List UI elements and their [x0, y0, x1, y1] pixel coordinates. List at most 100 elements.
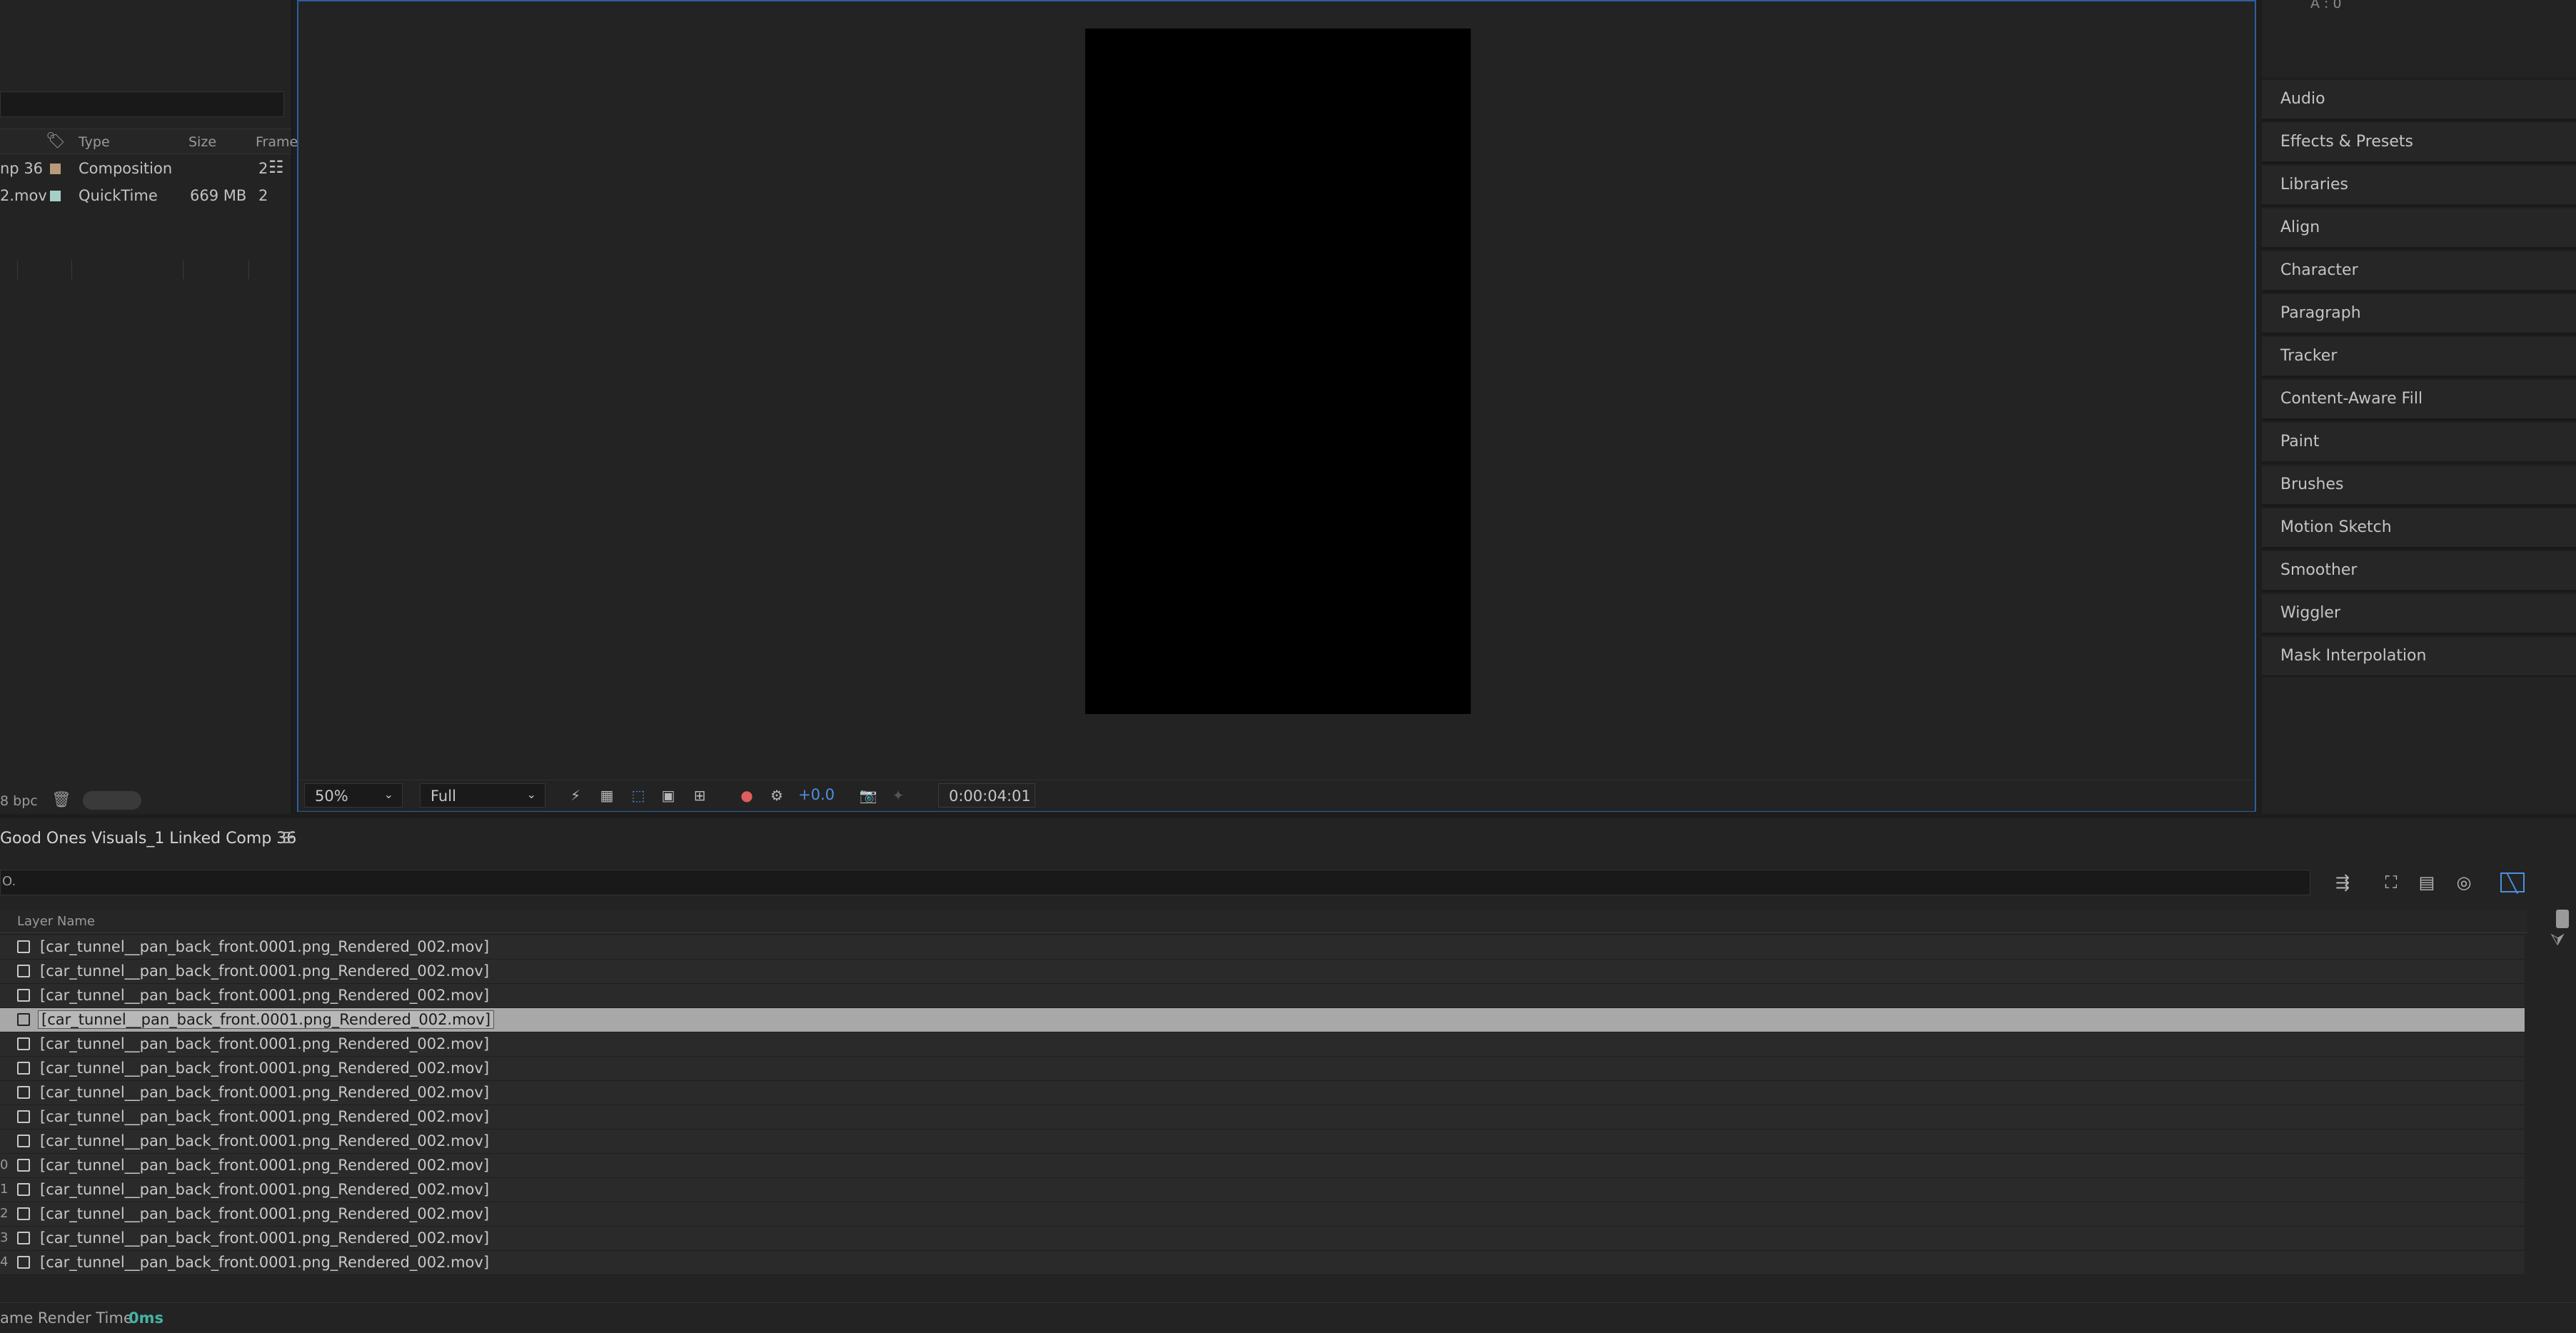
label-swatch[interactable]	[50, 164, 61, 174]
scroll-thumb[interactable]	[2556, 910, 2569, 928]
layer-row[interactable]: [car_tunnel__pan_back_front.0001.png_Ren…	[0, 1105, 2525, 1130]
graph-editor-icon[interactable]: ╲	[2500, 872, 2525, 894]
layer-search-input[interactable]: O.	[0, 870, 2310, 895]
resolution-dropdown[interactable]: Full ⌄	[420, 783, 545, 808]
layer-name[interactable]: [car_tunnel__pan_back_front.0001.png_Ren…	[40, 1132, 489, 1150]
layer-row[interactable]: [car_tunnel__pan_back_front.0001.png_Ren…	[0, 960, 2525, 984]
motion-blur-icon[interactable]: ◎	[2452, 872, 2476, 892]
chevron-down-icon: ⌄	[526, 788, 536, 801]
panel-label: Paragraph	[2280, 304, 2361, 322]
layer-name[interactable]: [car_tunnel__pan_back_front.0001.png_Ren…	[40, 1108, 489, 1125]
channels-icon[interactable]: ●	[737, 787, 757, 804]
layer-row[interactable]: 1 [car_tunnel__pan_back_front.0001.png_Re…	[0, 1178, 2525, 1202]
panel-libraries[interactable]: Libraries	[2262, 166, 2576, 207]
panel-paragraph[interactable]: Paragraph	[2262, 294, 2576, 336]
layer-row[interactable]: [car_tunnel__pan_back_front.0001.png_Ren…	[0, 1130, 2525, 1154]
footage-file-icon	[17, 1159, 30, 1172]
show-snapshot-icon[interactable]: ✦	[888, 787, 908, 804]
footage-file-icon	[17, 1110, 30, 1123]
panel-brushes[interactable]: Brushes	[2262, 466, 2576, 507]
item-type: Composition	[79, 160, 173, 177]
frame-render-time-label: ame Render Time	[0, 1309, 133, 1327]
panel-effects-presets[interactable]: Effects & Presets	[2262, 123, 2576, 164]
panel-wiggler[interactable]: Wiggler	[2262, 594, 2576, 635]
mask-visibility-icon[interactable]: ⬚	[628, 787, 648, 804]
color-management-icon[interactable]: ⚙	[767, 787, 787, 804]
playhead-marker-icon[interactable]: ⮛	[2550, 930, 2565, 950]
panel-label: Align	[2280, 218, 2320, 236]
layer-row[interactable]: 4 [car_tunnel__pan_back_front.0001.png_Re…	[0, 1251, 2525, 1275]
layer-name[interactable]: [car_tunnel__pan_back_front.0001.png_Ren…	[37, 1010, 495, 1029]
panel-paint[interactable]: Paint	[2262, 423, 2576, 464]
project-item[interactable]: np 36 Composition 2 ☷	[0, 156, 291, 181]
layer-name[interactable]: [car_tunnel__pan_back_front.0001.png_Ren…	[40, 938, 489, 955]
panel-content-aware-fill[interactable]: Content-Aware Fill	[2262, 380, 2576, 421]
composition-canvas[interactable]	[1085, 29, 1471, 714]
exposure-value[interactable]: +0.0	[798, 786, 835, 803]
comp-flowchart-icon[interactable]: ⇶	[2330, 872, 2355, 892]
layer-name[interactable]: [car_tunnel__pan_back_front.0001.png_Ren…	[40, 962, 489, 980]
column-size[interactable]: Size	[188, 134, 216, 150]
item-size: 669 MB	[190, 187, 247, 204]
flowchart-icon[interactable]: ☷	[268, 157, 284, 177]
layer-row[interactable]: 2 [car_tunnel__pan_back_front.0001.png_Re…	[0, 1202, 2525, 1227]
panel-label: Effects & Presets	[2280, 133, 2413, 151]
panel-label: Motion Sketch	[2280, 518, 2392, 536]
panel-character[interactable]: Character	[2262, 251, 2576, 293]
layer-name[interactable]: [car_tunnel__pan_back_front.0001.png_Ren…	[40, 1205, 489, 1222]
layer-row[interactable]: [car_tunnel__pan_back_front.0001.png_Ren…	[0, 984, 2525, 1008]
project-search-input[interactable]	[0, 91, 284, 117]
panel-menu-icon[interactable]: ☰	[280, 830, 294, 847]
project-column-header: 🏷 Type Size Frame	[0, 129, 298, 279]
region-of-interest-icon[interactable]: ▣	[658, 787, 678, 804]
shy-layers-icon[interactable]: ⛶	[2379, 872, 2403, 892]
trash-icon[interactable]: 🗑	[51, 791, 71, 809]
layer-name[interactable]: [car_tunnel__pan_back_front.0001.png_Ren…	[40, 1254, 489, 1271]
panel-motion-sketch[interactable]: Motion Sketch	[2262, 508, 2576, 550]
panel-align[interactable]: Align	[2262, 208, 2576, 250]
layer-name[interactable]: [car_tunnel__pan_back_front.0001.png_Ren…	[40, 1035, 489, 1052]
layer-row[interactable]: [car_tunnel__pan_back_front.0001.png_Ren…	[0, 1008, 2525, 1032]
transparency-grid-icon[interactable]: ▦	[597, 787, 617, 804]
layer-row[interactable]: 3 [car_tunnel__pan_back_front.0001.png_Re…	[0, 1227, 2525, 1251]
layer-row[interactable]: 0 [car_tunnel__pan_back_front.0001.png_Re…	[0, 1154, 2525, 1178]
column-frame[interactable]: Frame	[256, 134, 298, 150]
column-type[interactable]: Type	[79, 134, 110, 150]
layer-name[interactable]: [car_tunnel__pan_back_front.0001.png_Ren…	[40, 1181, 489, 1198]
item-type: QuickTime	[79, 187, 158, 204]
frame-blending-icon[interactable]: ▤	[2415, 872, 2439, 892]
snapshot-camera-icon[interactable]: 📷	[858, 787, 878, 804]
layer-row[interactable]: [car_tunnel__pan_back_front.0001.png_Ren…	[0, 1032, 2525, 1057]
comp-name: Good Ones Visuals_1 Linked Comp 36	[0, 830, 297, 847]
timeline-scrollbar[interactable]: ⮛	[2542, 910, 2576, 1281]
layer-row[interactable]: [car_tunnel__pan_back_front.0001.png_Ren…	[0, 1057, 2525, 1081]
project-item[interactable]: 2.mov QuickTime 669 MB 2	[0, 183, 291, 208]
layer-name[interactable]: [car_tunnel__pan_back_front.0001.png_Ren…	[40, 1229, 489, 1247]
footage-file-icon	[17, 965, 30, 977]
layer-name[interactable]: [car_tunnel__pan_back_front.0001.png_Ren…	[40, 1060, 489, 1077]
tag-icon[interactable]: 🏷	[46, 132, 66, 150]
panel-mask-interpolation[interactable]: Mask Interpolation	[2262, 637, 2576, 678]
current-time-display[interactable]: 0:00:04:01	[938, 783, 1035, 808]
panel-smoother[interactable]: Smoother	[2262, 551, 2576, 593]
label-swatch[interactable]	[50, 191, 61, 201]
project-scroll-handle[interactable]	[83, 791, 141, 810]
project-footer: 8 bpc 🗑	[0, 788, 291, 814]
resolution-value: Full	[431, 788, 456, 805]
panel-audio[interactable]: Audio	[2262, 80, 2576, 121]
layer-name[interactable]: [car_tunnel__pan_back_front.0001.png_Ren…	[40, 987, 489, 1004]
footage-file-icon	[17, 1086, 30, 1099]
layer-row[interactable]: [car_tunnel__pan_back_front.0001.png_Ren…	[0, 935, 2525, 960]
layer-name[interactable]: [car_tunnel__pan_back_front.0001.png_Ren…	[40, 1084, 489, 1101]
bit-depth-button[interactable]: 8 bpc	[0, 793, 38, 809]
column-layer-name[interactable]: Layer Name	[17, 914, 95, 929]
column-divider	[248, 261, 249, 279]
layer-row[interactable]: [car_tunnel__pan_back_front.0001.png_Ren…	[0, 1081, 2525, 1105]
fast-preview-icon[interactable]: ⚡	[565, 787, 585, 804]
zoom-dropdown[interactable]: 50% ⌄	[304, 783, 403, 808]
grid-guides-icon[interactable]: ⊞	[690, 787, 710, 804]
layer-name[interactable]: [car_tunnel__pan_back_front.0001.png_Ren…	[40, 1157, 489, 1174]
panel-label: Paint	[2280, 433, 2320, 451]
panel-tracker[interactable]: Tracker	[2262, 337, 2576, 378]
item-name: 2.mov	[0, 187, 47, 204]
